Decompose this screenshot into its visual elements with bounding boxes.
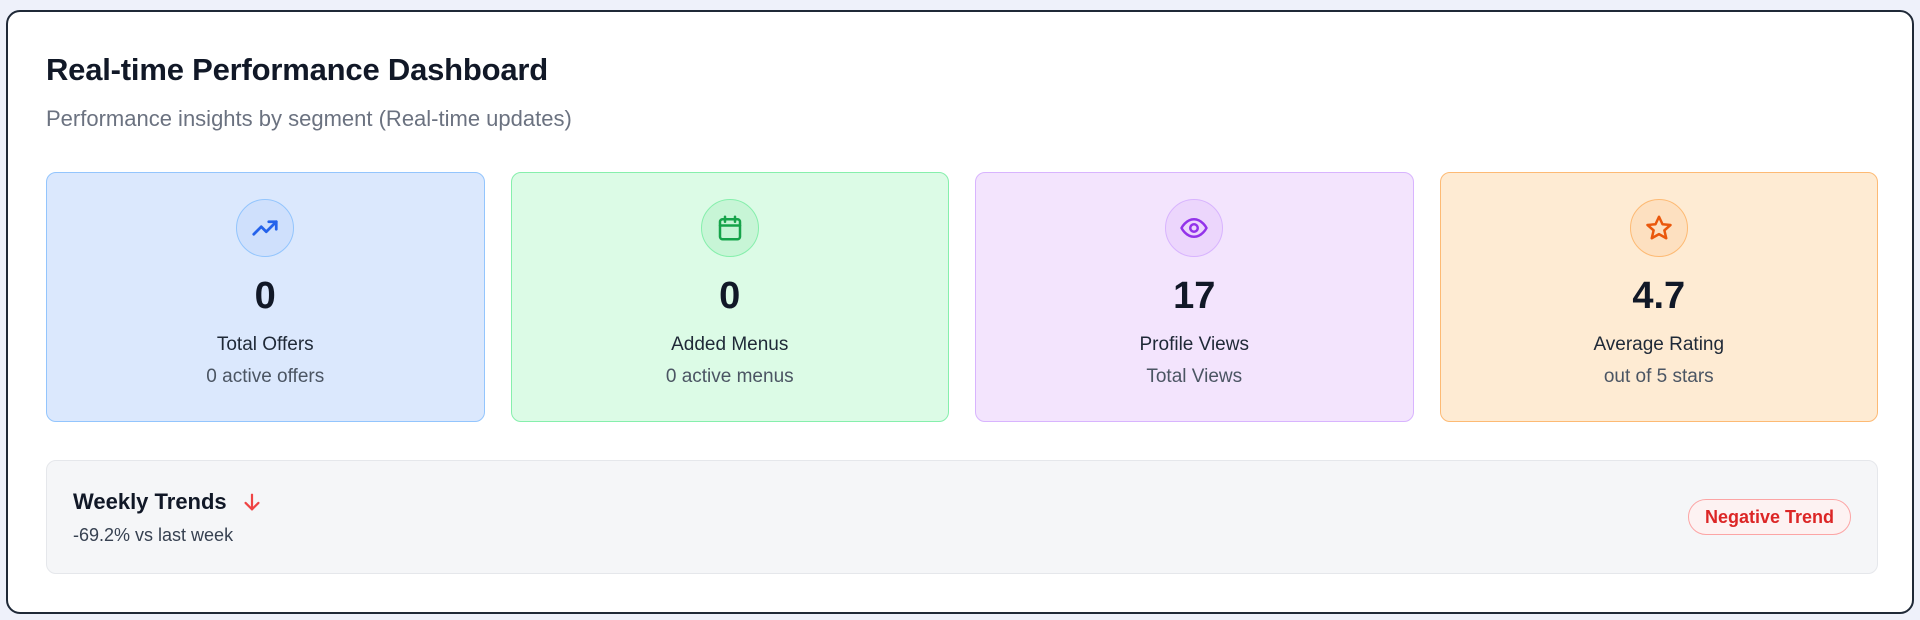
- metric-subtext: out of 5 stars: [1603, 366, 1714, 387]
- star-icon: [1629, 199, 1688, 257]
- page-title: Real-time Performance Dashboard: [46, 52, 549, 87]
- card-added-menus: 0 Added Menus 0 active menus: [510, 172, 949, 422]
- metric-subtext: 0 active offers: [206, 366, 325, 387]
- metric-subtext: Total Views: [1146, 366, 1243, 387]
- weekly-change-text: -69.2% vs last week: [73, 525, 234, 545]
- trending-up-icon: [236, 199, 295, 257]
- weekly-trends-heading: Weekly Trends: [73, 489, 263, 515]
- metric-label: Total Offers: [216, 334, 314, 355]
- metric-value: 0: [254, 275, 276, 317]
- metric-label: Average Rating: [1593, 334, 1725, 355]
- metric-subtext: 0 active menus: [665, 366, 794, 387]
- arrow-down-icon: [244, 493, 260, 511]
- metric-label: Profile Views: [1139, 334, 1249, 355]
- card-total-offers: 0 Total Offers 0 active offers: [46, 172, 485, 422]
- weekly-trends-title: Weekly Trends: [73, 489, 227, 514]
- calendar-icon: [700, 199, 759, 257]
- page-subtitle: Performance insights by segment (Real-ti…: [46, 106, 572, 131]
- metric-label: Added Menus: [671, 334, 789, 355]
- card-average-rating: 4.7 Average Rating out of 5 stars: [1439, 172, 1878, 422]
- metric-value: 17: [1173, 275, 1216, 317]
- metric-cards: 0 Total Offers 0 active offers 0 Added M…: [46, 172, 1878, 422]
- trend-status-badge: Negative Trend: [1687, 499, 1851, 535]
- dashboard-panel: Real-time Performance Dashboard Performa…: [6, 10, 1914, 614]
- metric-value: 0: [719, 275, 741, 317]
- card-profile-views: 17 Profile Views Total Views: [975, 172, 1414, 422]
- metric-value: 4.7: [1632, 275, 1686, 317]
- eye-icon: [1165, 199, 1224, 257]
- weekly-trends-panel: Weekly Trends -69.2% vs last week Negati…: [46, 460, 1878, 574]
